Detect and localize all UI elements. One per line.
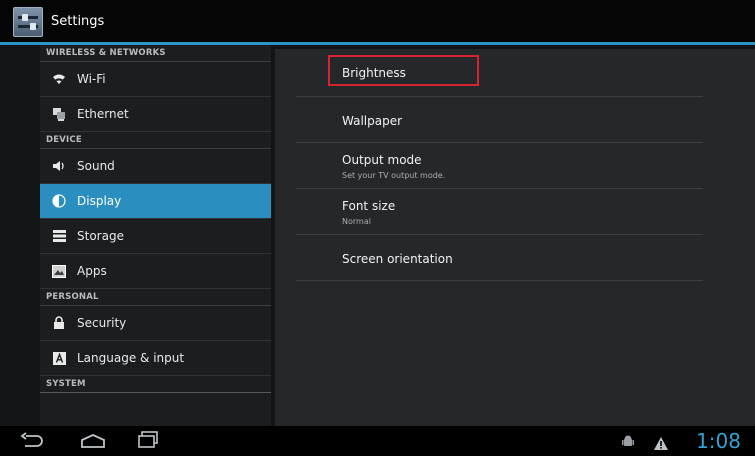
android-debug-icon (622, 434, 634, 453)
pref-title: Wallpaper (342, 114, 403, 128)
sidebar-item-ethernet[interactable]: Ethernet (40, 97, 271, 132)
sidebar-item-label: Sound (77, 159, 115, 173)
back-button[interactable] (20, 432, 44, 454)
pref-title: Output mode (342, 153, 422, 167)
sidebar-item-label: Wi-Fi (77, 72, 106, 86)
pref-title: Font size (342, 199, 396, 213)
sidebar-item-label: Storage (77, 229, 124, 243)
apps-icon (52, 264, 66, 278)
ethernet-icon (52, 107, 66, 121)
app-title: Settings (51, 13, 105, 29)
sidebar-item-label: Security (77, 316, 127, 330)
sidebar-item-display[interactable]: Display (40, 184, 271, 219)
pref-screen-orientation[interactable]: Screen orientation (296, 235, 703, 281)
sidebar-item-wifi[interactable]: Wi-Fi (40, 62, 271, 97)
pref-summary: Set your TV output mode. (342, 171, 446, 180)
settings-content: WIRELESS & NETWORKS Wi-Fi Ethernet DEVIC… (0, 45, 755, 426)
storage-icon (52, 229, 66, 243)
sidebar-item-language-input[interactable]: Language & input (40, 341, 271, 376)
sidebar-item-label: Ethernet (77, 107, 129, 121)
pref-summary: Normal (342, 217, 371, 226)
pref-output-mode[interactable]: Output mode Set your TV output mode. (296, 143, 703, 189)
category-system: SYSTEM (40, 376, 271, 393)
sidebar-item-sound[interactable]: Sound (40, 149, 271, 184)
action-bar: Settings (0, 0, 755, 42)
sidebar-item-apps[interactable]: Apps (40, 254, 271, 289)
sidebar-item-label: Apps (77, 264, 107, 278)
display-icon (52, 194, 66, 208)
display-settings-pane: Brightness Wallpaper Output mode Set you… (275, 49, 755, 426)
category-wireless-networks: WIRELESS & NETWORKS (40, 45, 271, 62)
category-device: DEVICE (40, 132, 271, 149)
pref-wallpaper[interactable]: Wallpaper (296, 97, 703, 143)
pref-title: Screen orientation (342, 252, 453, 266)
lock-icon (52, 316, 66, 330)
highlight-box (328, 55, 479, 86)
speaker-icon (52, 159, 66, 173)
settings-sidebar: WIRELESS & NETWORKS Wi-Fi Ethernet DEVIC… (40, 45, 271, 426)
sidebar-item-storage[interactable]: Storage (40, 219, 271, 254)
back-icon (20, 432, 43, 447)
home-icon (81, 434, 105, 448)
category-personal: PERSONAL (40, 289, 271, 306)
sidebar-item-security[interactable]: Security (40, 306, 271, 341)
wifi-icon (52, 72, 66, 86)
sidebar-item-label: Display (77, 194, 122, 208)
system-nav-bar: 1:08 (0, 426, 755, 456)
recent-apps-icon (138, 431, 158, 448)
recent-apps-button[interactable] (137, 431, 159, 453)
settings-icon[interactable] (13, 7, 43, 37)
sidebar-item-label: Language & input (77, 351, 185, 365)
clock: 1:08 (696, 429, 741, 453)
pref-font-size[interactable]: Font size Normal (296, 189, 703, 235)
home-button[interactable] (80, 433, 106, 453)
keyboard-icon (52, 351, 66, 365)
warning-icon (654, 435, 668, 454)
